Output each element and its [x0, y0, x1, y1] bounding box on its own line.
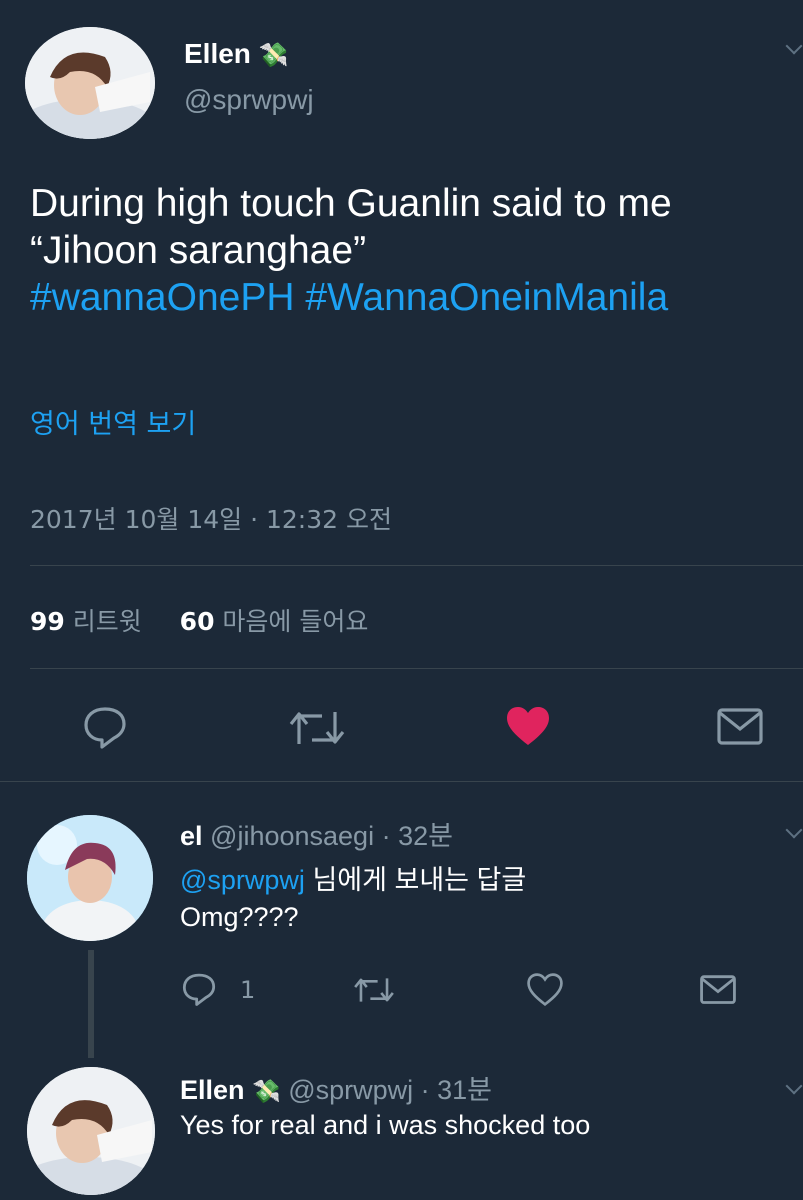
tweet-text: During high touch Guanlin said to me “Ji… — [30, 180, 800, 321]
money-emoji: 💸 — [252, 1078, 281, 1104]
tweet-timestamp[interactable]: 2017년 10월 14일 · 12:32 오전 — [30, 500, 392, 536]
like-stat[interactable]: 60 마음에 들어요 — [180, 607, 369, 636]
author-handle[interactable]: @sprwpwj — [184, 84, 314, 116]
reply-time: · 31분 — [420, 1075, 493, 1105]
heart-icon[interactable] — [505, 705, 551, 747]
retweet-label: 리트윗 — [72, 607, 142, 636]
tweet-text-line2: “Jihoon saranghae” — [30, 229, 367, 272]
tweet-text-line1: During high touch Guanlin said to me — [30, 182, 672, 225]
envelope-icon[interactable] — [700, 975, 736, 1005]
retweet-count: 99 — [30, 607, 65, 636]
reply-author-name[interactable]: el — [180, 821, 203, 851]
reply-header: Ellen 💸 @sprwpwj · 31분 — [180, 1068, 492, 1107]
reply-icon[interactable] — [82, 705, 128, 749]
tweet-hashtags: #wannaOnePH #WannaOneinManila — [30, 274, 800, 321]
reply-count: 1 — [240, 976, 256, 1004]
reply-avatar[interactable] — [27, 1067, 155, 1195]
retweet-icon[interactable] — [288, 708, 346, 748]
like-count: 60 — [179, 607, 215, 636]
mention-link[interactable]: @sprwpwj — [180, 865, 305, 895]
thread-line — [88, 950, 94, 1058]
author-avatar[interactable] — [25, 27, 155, 139]
hashtag-link[interactable]: #WannaOneinManila — [305, 276, 668, 319]
divider — [30, 565, 803, 566]
reply-text: Omg???? — [180, 902, 299, 932]
reply-author-handle[interactable]: @sprwpwj — [288, 1075, 413, 1105]
reply-text: Yes for real and i was shocked too — [180, 1110, 591, 1140]
chevron-down-icon[interactable] — [785, 37, 803, 55]
heart-outline-icon[interactable] — [527, 973, 563, 1006]
translate-link[interactable]: 영어 번역 보기 — [30, 402, 196, 441]
reply-icon[interactable] — [181, 972, 217, 1006]
envelope-icon[interactable] — [717, 708, 763, 746]
tweet-stats: 99 리트윗 60 마음에 들어요 — [30, 602, 368, 638]
reply-context: @sprwpwj 님에게 보내는 답글 — [180, 858, 526, 897]
like-label: 마음에 들어요 — [222, 607, 369, 636]
reply-context-suffix: 님에게 보내는 답글 — [312, 865, 527, 895]
divider — [0, 781, 803, 782]
reply-header: el @jihoonsaegi · 32분 — [180, 814, 453, 853]
divider — [30, 668, 803, 669]
retweet-stat[interactable]: 99 리트윗 — [30, 607, 150, 636]
hashtag-link[interactable]: #wannaOnePH — [30, 276, 295, 319]
chevron-down-icon[interactable] — [785, 821, 803, 839]
money-emoji: 💸 — [258, 42, 289, 69]
author-name[interactable]: Ellen 💸 — [184, 38, 289, 70]
reply-author-handle[interactable]: @jihoonsaegi — [210, 821, 374, 851]
reply-avatar[interactable] — [27, 815, 153, 941]
retweet-icon[interactable] — [353, 975, 395, 1005]
reply-time: · 32분 — [381, 821, 453, 851]
reply-author-name[interactable]: Ellen — [180, 1075, 245, 1105]
chevron-down-icon[interactable] — [785, 1077, 803, 1095]
